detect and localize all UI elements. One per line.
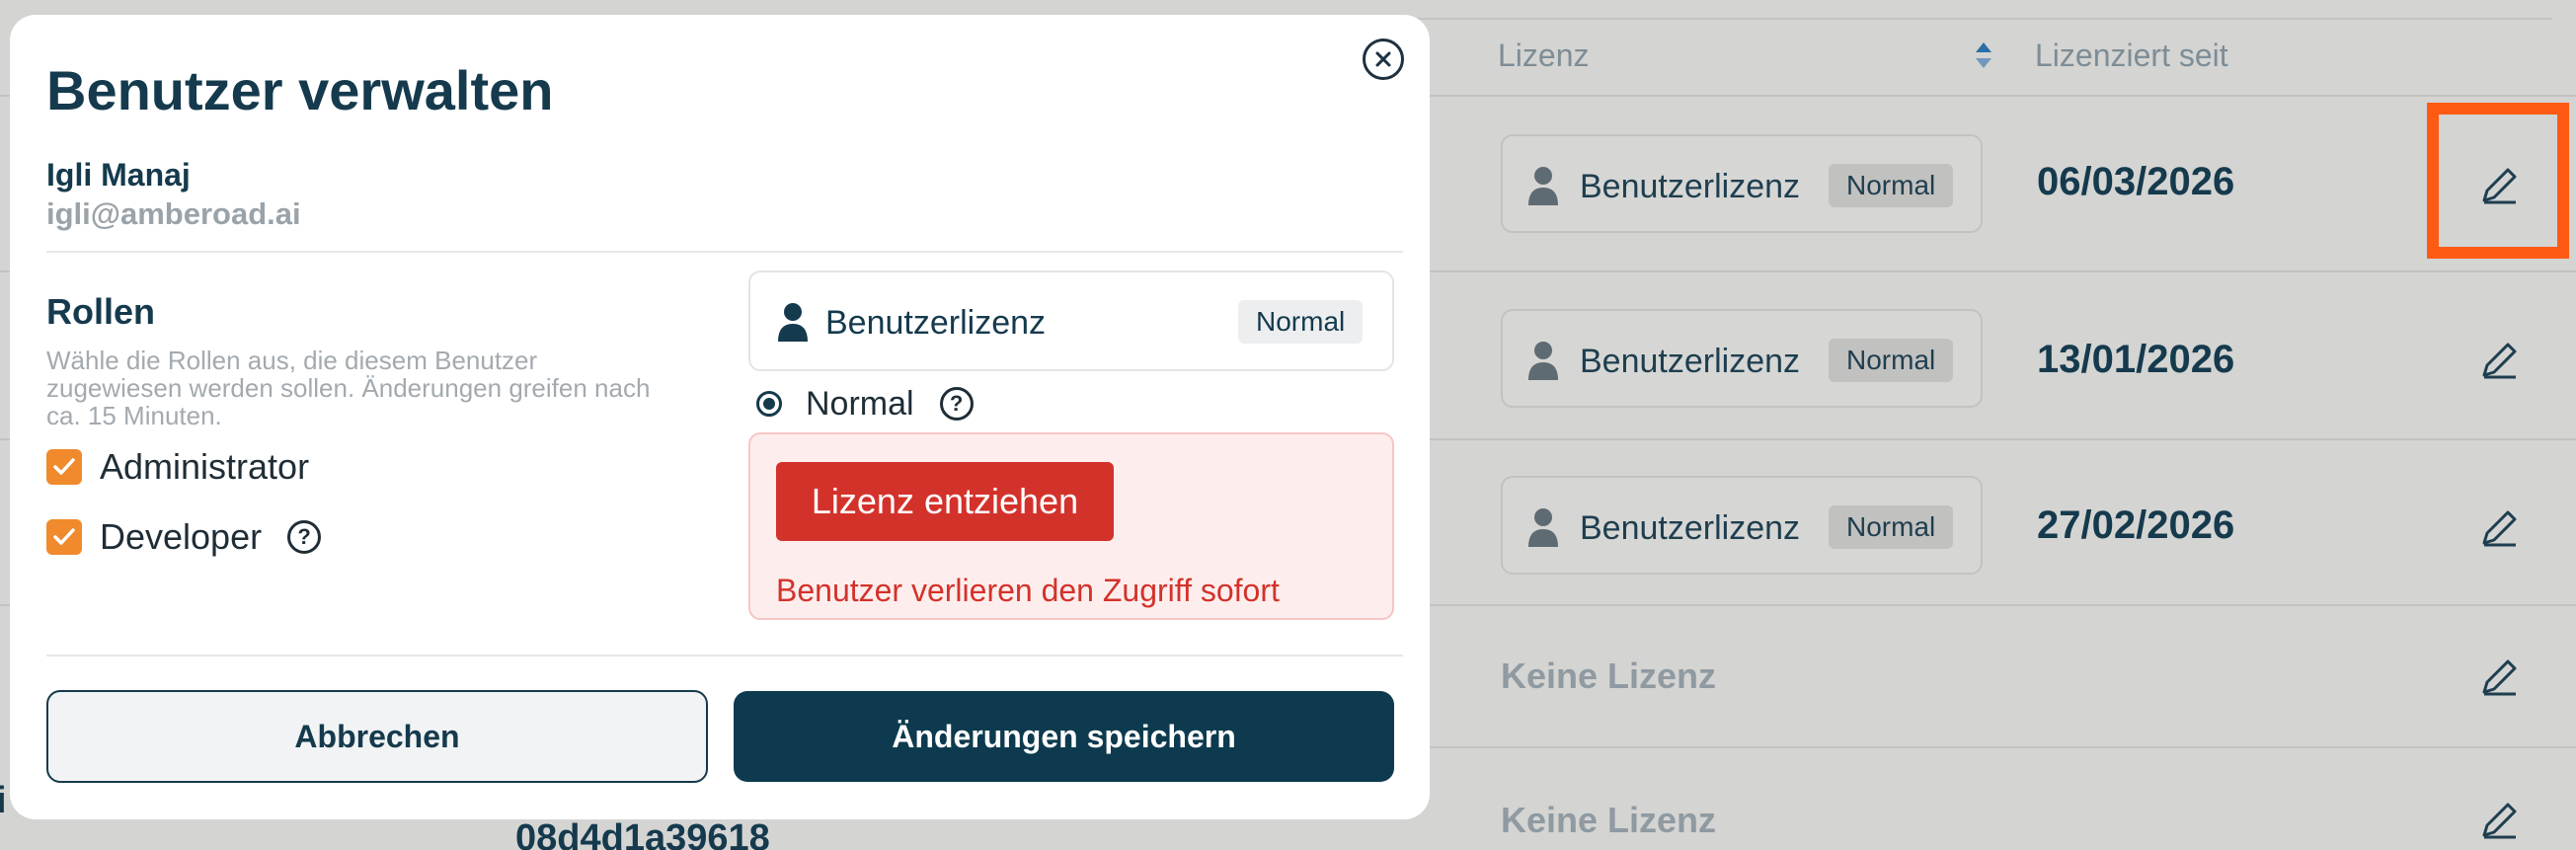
modal-title: Benutzer verwalten <box>46 59 554 121</box>
row-divider <box>1402 270 2576 272</box>
revoke-license-panel: Lizenz entziehen Benutzer verlieren den … <box>748 432 1394 620</box>
developer-checkbox[interactable] <box>46 519 82 555</box>
edit-icon[interactable] <box>2478 655 2522 698</box>
row-divider <box>1402 95 2576 97</box>
user-email: igli@amberoad.ai <box>46 196 301 231</box>
license-badge: Normal <box>1829 505 1954 549</box>
no-license-text: Keine Lizenz <box>1501 800 1717 840</box>
normal-radio[interactable] <box>756 391 782 417</box>
checkmark-icon <box>53 528 75 545</box>
license-badge: Normal <box>1829 164 1954 207</box>
user-icon <box>1528 167 1558 205</box>
sort-icon[interactable] <box>1973 39 1994 71</box>
license-cell: Benutzerlizenz Normal <box>1501 134 1983 233</box>
help-icon[interactable]: ? <box>287 520 322 554</box>
normal-radio-label: Normal <box>806 384 914 423</box>
screen: Lizenz Lizenziert seit Benutzerlizenz No… <box>0 0 2576 850</box>
column-header-licensed-since[interactable]: Lizenziert seit <box>2035 38 2228 74</box>
manage-user-modal: Benutzer verwalten Igli Manaj igli@amber… <box>10 15 1430 819</box>
save-changes-button[interactable]: Änderungen speichern <box>734 691 1394 782</box>
roles-description: Wähle die Rollen aus, die diesem Benutze… <box>46 346 651 430</box>
user-id-text: 08d4d1a39618 <box>515 817 770 850</box>
license-name: Benutzerlizenz <box>1580 509 1801 547</box>
developer-label: Developer <box>100 516 263 557</box>
role-developer[interactable]: Developer ? <box>46 516 322 557</box>
administrator-label: Administrator <box>100 446 310 487</box>
cancel-button[interactable]: Abbrechen <box>46 690 708 783</box>
licensed-since-date: 06/03/2026 <box>2037 160 2235 203</box>
divider <box>46 251 1403 253</box>
no-license-text: Keine Lizenz <box>1501 656 1717 696</box>
license-cell: Benutzerlizenz Normal <box>1501 476 1983 575</box>
user-name: Igli Manaj <box>46 157 191 193</box>
licensed-since-date: 27/02/2026 <box>2037 503 2235 547</box>
row-divider <box>1402 438 2576 440</box>
truncated-text: i <box>0 780 7 821</box>
license-card: Benutzerlizenz Normal <box>748 270 1394 371</box>
role-administrator[interactable]: Administrator <box>46 446 310 487</box>
edit-icon[interactable] <box>2478 798 2522 841</box>
user-icon <box>778 303 808 342</box>
divider <box>46 655 1403 657</box>
revoke-warning-text: Benutzer verlieren den Zugriff sofort <box>776 573 1280 608</box>
column-header-license[interactable]: Lizenz <box>1498 38 1590 74</box>
license-tag: Normal <box>1238 300 1364 344</box>
roles-title: Rollen <box>46 291 156 332</box>
close-icon <box>1375 51 1391 67</box>
revoke-license-button[interactable]: Lizenz entziehen <box>776 462 1114 541</box>
edit-icon[interactable] <box>2478 338 2522 381</box>
checkmark-icon <box>53 458 75 475</box>
license-cell: Benutzerlizenz Normal <box>1501 309 1983 408</box>
license-name: Benutzerlizenz <box>1580 343 1801 380</box>
licensed-since-date: 13/01/2026 <box>2037 338 2235 381</box>
highlight-box <box>2427 103 2569 259</box>
edit-icon[interactable] <box>2478 505 2522 549</box>
user-icon <box>1528 342 1558 380</box>
row-divider <box>1402 604 2576 606</box>
help-icon[interactable]: ? <box>939 387 974 421</box>
license-name: Benutzerlizenz <box>825 304 1047 342</box>
row-divider <box>1402 746 2576 748</box>
license-badge: Normal <box>1829 339 1954 382</box>
close-button[interactable] <box>1363 39 1404 80</box>
administrator-checkbox[interactable] <box>46 449 82 485</box>
user-icon <box>1528 508 1558 547</box>
license-option-normal[interactable]: Normal ? <box>756 384 974 424</box>
license-name: Benutzerlizenz <box>1580 168 1801 205</box>
